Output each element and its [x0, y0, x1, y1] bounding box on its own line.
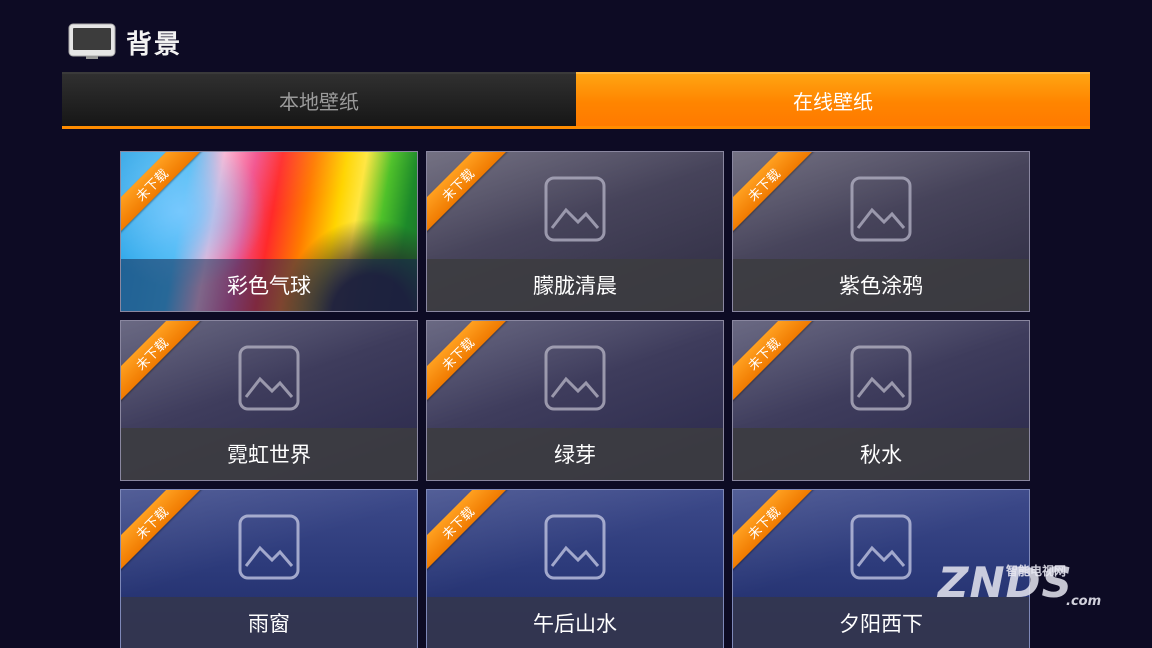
tab-online-wallpaper[interactable]: 在线壁纸 — [576, 72, 1090, 126]
image-placeholder-icon — [544, 176, 606, 242]
image-placeholder-icon — [850, 176, 912, 242]
wallpaper-tile-rain-window[interactable]: 未下载 雨窗 — [120, 489, 418, 648]
wallpaper-title: 夕阳西下 — [733, 597, 1029, 648]
wallpaper-tile-neon-world[interactable]: 未下载 霓虹世界 — [120, 320, 418, 481]
wallpaper-tile-afternoon-landscape[interactable]: 未下载 午后山水 — [426, 489, 724, 648]
wallpaper-title: 秋水 — [733, 428, 1029, 480]
not-downloaded-badge: 未下载 — [427, 490, 508, 573]
wallpaper-tabs: 本地壁纸 在线壁纸 — [62, 72, 1090, 129]
image-placeholder-icon — [850, 514, 912, 580]
wallpaper-title: 午后山水 — [427, 597, 723, 648]
not-downloaded-badge: 未下载 — [733, 321, 814, 404]
wallpaper-title: 霓虹世界 — [121, 428, 417, 480]
image-placeholder-icon — [850, 345, 912, 411]
watermark-suffix: .com — [1066, 594, 1102, 609]
not-downloaded-badge: 未下载 — [733, 490, 814, 573]
wallpaper-tile-purple-graffiti[interactable]: 未下载 紫色涂鸦 — [732, 151, 1030, 312]
wallpaper-title: 朦胧清晨 — [427, 259, 723, 311]
image-placeholder-icon — [238, 514, 300, 580]
not-downloaded-badge: 未下载 — [427, 321, 508, 404]
tab-local-wallpaper[interactable]: 本地壁纸 — [62, 72, 576, 126]
wallpaper-tile-autumn-water[interactable]: 未下载 秋水 — [732, 320, 1030, 481]
image-placeholder-icon — [238, 345, 300, 411]
not-downloaded-badge: 未下载 — [121, 490, 202, 573]
wallpaper-tile-green-sprout[interactable]: 未下载 绿芽 — [426, 320, 724, 481]
wallpaper-grid: 未下载 彩色气球 未下载 朦胧清晨 未下载 紫色涂鸦 未下载 霓虹世界 未下载 … — [120, 151, 1032, 648]
page-title: 背景 — [126, 29, 183, 60]
image-placeholder-icon — [544, 345, 606, 411]
wallpaper-title: 紫色涂鸦 — [733, 259, 1029, 311]
wallpaper-title: 绿芽 — [427, 428, 723, 480]
not-downloaded-badge: 未下载 — [427, 152, 508, 235]
wallpaper-title: 彩色气球 — [121, 259, 417, 311]
wallpaper-title: 雨窗 — [121, 597, 417, 648]
watermark-tagline: 智能电视网 — [1006, 564, 1067, 578]
tv-icon — [68, 23, 116, 59]
image-placeholder-icon — [544, 514, 606, 580]
not-downloaded-badge: 未下载 — [733, 152, 814, 235]
not-downloaded-badge: 未下载 — [121, 321, 202, 404]
wallpaper-tile-colorful-balloon[interactable]: 未下载 彩色气球 — [120, 151, 418, 312]
page-header: 背景 — [68, 22, 182, 62]
wallpaper-tile-misty-morning[interactable]: 未下载 朦胧清晨 — [426, 151, 724, 312]
